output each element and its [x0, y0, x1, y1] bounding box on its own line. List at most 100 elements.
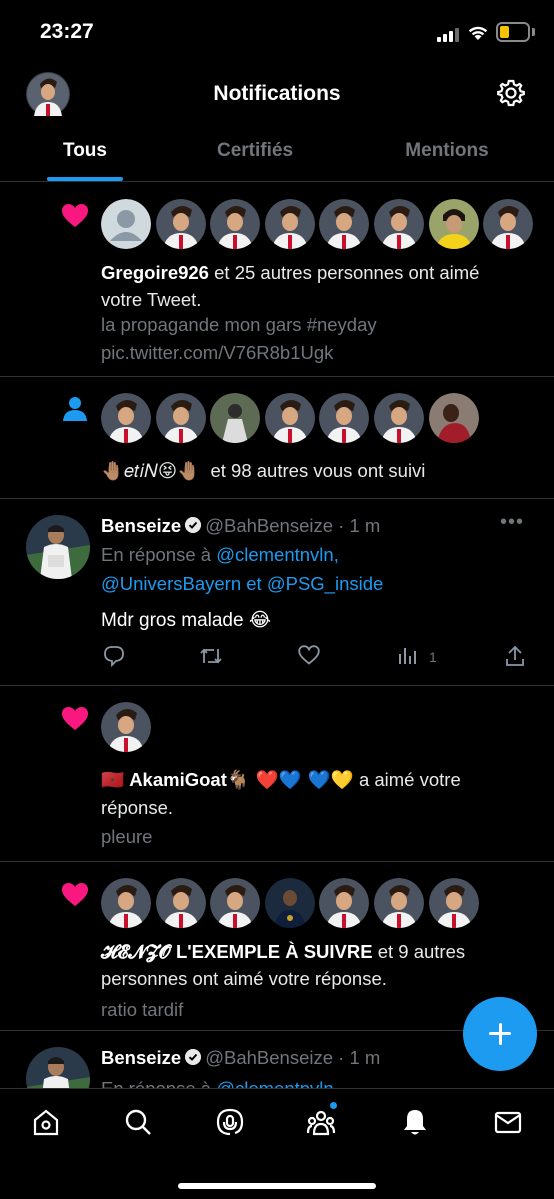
flag-emoji: 🇲🇦 — [101, 770, 125, 791]
status-bar: 23:27 — [0, 0, 554, 64]
user-suffix-emoji: 😝🤚🏽 — [157, 461, 201, 482]
tweet-time: · 1 m — [333, 515, 381, 536]
tab-certifies[interactable]: Certifiés — [190, 140, 320, 162]
bell-icon[interactable] — [400, 1107, 430, 1137]
avatar[interactable] — [210, 393, 261, 443]
compose-button[interactable] — [463, 997, 537, 1071]
notification-text: 𝓗𝓔𝓝𝓩𝓞 L'EXEMPLE À SUIVRE et 9 autres per… — [101, 938, 524, 992]
user-prefix-emoji: 🤚🏽 — [101, 461, 125, 482]
user-name[interactable]: Gregoire926 — [101, 262, 209, 283]
tweet-time: · 1 m — [333, 1047, 381, 1068]
tab-tous[interactable]: Tous — [47, 140, 123, 162]
views-icon[interactable] — [397, 645, 419, 665]
user-suffix-emoji: 🐐 ❤️💙 💙💛 — [226, 770, 354, 791]
notification-text: 🤚🏽𝑒𝑡𝑖𝑁😝🤚🏽 et 98 autres vous ont suivi — [101, 457, 524, 485]
tweet-preview: la propagande mon gars #neyday — [101, 314, 377, 335]
tab-bar: Tous Certifiés Mentions — [0, 128, 554, 182]
header: Notifications — [0, 64, 554, 124]
verified-icon — [185, 1049, 202, 1065]
author-name[interactable]: Benseize — [101, 515, 181, 536]
avatar[interactable] — [319, 199, 370, 249]
notification-like[interactable]: 🇲🇦 AkamiGoat🐐 ❤️💙 💙💛 a aimé votre répons… — [0, 686, 554, 862]
avatar[interactable] — [155, 393, 206, 443]
tweet-preview-link: pic.twitter.com/V76R8b1Ugk — [101, 342, 334, 363]
user-name[interactable]: 𝓗𝓔𝓝𝓩𝓞 L'EXEMPLE À SUIVRE — [101, 941, 373, 962]
liker-avatars — [101, 199, 538, 249]
more-options-icon[interactable]: ••• — [500, 511, 524, 534]
page-title: Notifications — [213, 82, 341, 105]
avatar[interactable] — [264, 393, 315, 443]
author-handle[interactable]: @BahBenseize — [205, 515, 333, 536]
notification-dot — [330, 1102, 337, 1109]
reply-context-2: @UniversBayern et @PSG_inside — [101, 569, 383, 599]
avatar[interactable] — [26, 515, 90, 579]
heart-outline-icon[interactable] — [298, 645, 320, 665]
avatar[interactable] — [101, 199, 151, 249]
avatar[interactable] — [373, 878, 424, 928]
tweet-preview: pleure — [101, 826, 153, 847]
mention-link[interactable]: @clementnvln, — [216, 544, 339, 565]
author-name[interactable]: Benseize — [101, 1047, 181, 1068]
notification-text: 🇲🇦 AkamiGoat🐐 ❤️💙 💙💛 a aimé votre répons… — [101, 766, 524, 821]
heart-icon — [62, 204, 88, 227]
active-tab-indicator — [47, 177, 123, 181]
user-name[interactable]: AkamiGoat — [129, 769, 227, 790]
status-time: 23:27 — [40, 20, 94, 43]
author-handle[interactable]: @BahBenseize — [205, 1047, 333, 1068]
tweet-actions: 1 — [101, 645, 531, 669]
follower-avatars — [101, 393, 483, 443]
avatar[interactable] — [101, 393, 151, 443]
tweet-header: Benseize @BahBenseize · 1 m — [101, 1047, 380, 1069]
mention-link[interactable]: @UniversBayern — [101, 573, 241, 594]
tab-mentions[interactable]: Mentions — [385, 140, 509, 162]
reply-join: et — [241, 573, 267, 594]
plus-icon-vertical — [498, 1023, 502, 1045]
user-name[interactable]: 𝑒𝑡𝑖𝑁 — [124, 460, 158, 481]
reply-context: En réponse à @clementnvln, — [101, 540, 339, 570]
avatar[interactable] — [428, 393, 479, 443]
avatar[interactable] — [373, 199, 424, 249]
liker-avatars — [101, 702, 156, 752]
messages-icon[interactable] — [493, 1107, 523, 1137]
notification-like[interactable]: Gregoire926 et 25 autres personnes ont a… — [0, 183, 554, 377]
person-icon — [63, 397, 87, 421]
avatar[interactable] — [319, 393, 370, 443]
avatar[interactable] — [264, 199, 315, 249]
notification-like[interactable]: 𝓗𝓔𝓝𝓩𝓞 L'EXEMPLE À SUIVRE et 9 autres per… — [0, 862, 554, 1031]
avatar[interactable] — [210, 199, 261, 249]
tweet-header: Benseize @BahBenseize · 1 m — [101, 515, 380, 537]
avatar[interactable] — [483, 199, 534, 249]
avatar[interactable] — [210, 878, 261, 928]
battery-tip — [532, 28, 535, 36]
home-indicator — [178, 1183, 376, 1189]
notification-text: Gregoire926 et 25 autres personnes ont a… — [101, 259, 524, 313]
wifi-icon — [468, 26, 488, 40]
home-icon[interactable] — [31, 1107, 61, 1137]
tweet-reply[interactable]: Benseize @BahBenseize · 1 m ••• En répons… — [0, 499, 554, 686]
verified-icon — [185, 517, 202, 533]
search-icon[interactable] — [123, 1107, 153, 1137]
heart-icon — [62, 707, 88, 730]
retweet-icon[interactable] — [199, 645, 223, 667]
tweet-preview: ratio tardif — [101, 999, 184, 1020]
liker-avatars — [101, 878, 483, 928]
avatar[interactable] — [373, 393, 424, 443]
avatar[interactable] — [101, 702, 151, 752]
avatar[interactable] — [26, 1047, 90, 1091]
signal-icon — [437, 26, 459, 42]
spaces-icon[interactable] — [215, 1107, 245, 1137]
avatar[interactable] — [428, 878, 479, 928]
avatar[interactable] — [264, 878, 315, 928]
share-icon[interactable] — [504, 645, 526, 667]
gear-icon[interactable] — [496, 78, 526, 108]
avatar[interactable] — [155, 878, 206, 928]
reply-icon[interactable] — [103, 645, 125, 667]
avatar[interactable] — [101, 878, 151, 928]
mention-link[interactable]: @PSG_inside — [267, 573, 383, 594]
notification-follow[interactable]: 🤚🏽𝑒𝑡𝑖𝑁😝🤚🏽 et 98 autres vous ont suivi — [0, 377, 554, 499]
views-count: 1 — [429, 649, 437, 665]
avatar[interactable] — [428, 199, 479, 249]
avatar[interactable] — [319, 878, 370, 928]
communities-icon[interactable] — [306, 1107, 336, 1137]
avatar[interactable] — [155, 199, 206, 249]
